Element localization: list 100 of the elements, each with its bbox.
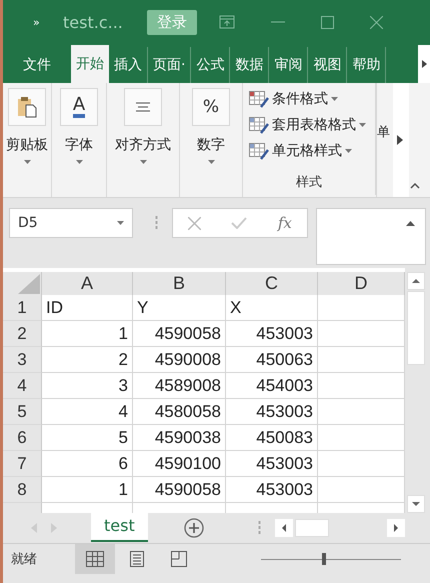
collapse-ribbon-icon[interactable]	[410, 183, 420, 189]
table-style-icon	[249, 142, 269, 160]
page-icon	[130, 551, 144, 567]
percent-icon: %	[202, 97, 220, 117]
scroll-right-icon[interactable]	[386, 519, 405, 537]
close-icon[interactable]	[370, 16, 383, 28]
row-header[interactable]: 4	[3, 373, 42, 399]
normal-view-button[interactable]	[75, 544, 115, 574]
scroll-thumb[interactable]	[407, 291, 425, 365]
table-cell[interactable]	[318, 321, 405, 347]
row-header[interactable]: 1	[3, 295, 42, 321]
table-cell[interactable]: 1	[42, 321, 133, 347]
table-cell[interactable]: 450063	[226, 347, 318, 373]
clipboard-group-button[interactable]: 剪贴板	[6, 88, 48, 164]
ribbon-tab[interactable]: 开始	[71, 45, 109, 83]
row-header[interactable]: 6	[3, 425, 42, 451]
table-cell[interactable]: 2	[42, 347, 133, 373]
table-cell[interactable]	[318, 373, 405, 399]
table-style-icon	[249, 90, 269, 108]
cells-group-button[interactable]: 单	[377, 125, 390, 140]
scroll-right-icon[interactable]	[397, 135, 403, 145]
ribbon-tab[interactable]: 文件	[3, 47, 71, 83]
caret-icon	[345, 149, 352, 153]
scroll-right-icon[interactable]	[418, 45, 430, 83]
quick-access-more[interactable]: »	[33, 16, 63, 28]
check-icon[interactable]	[231, 217, 248, 229]
column-header[interactable]: D	[318, 272, 405, 295]
scroll-down-icon[interactable]	[407, 495, 425, 513]
table-cell[interactable]: 1	[42, 477, 133, 503]
ribbon-tab[interactable]: 插入	[109, 47, 147, 83]
zoom-slider[interactable]	[261, 553, 401, 565]
caret-icon	[208, 160, 214, 164]
table-cell[interactable]: 453003	[226, 477, 318, 503]
status-text: 就绪	[11, 551, 38, 568]
table-cell[interactable]	[318, 477, 405, 503]
table-cell[interactable]: 4	[42, 399, 133, 425]
clipboard-icon	[17, 96, 37, 118]
maximize-icon[interactable]	[321, 16, 334, 28]
table-cell[interactable]: 450083	[226, 425, 318, 451]
scroll-up-icon[interactable]	[407, 272, 425, 290]
grid-icon	[86, 551, 104, 567]
table-cell[interactable]: X	[226, 295, 318, 321]
styles-menu-button[interactable]: 条件格式	[249, 87, 338, 111]
slider-thumb[interactable]	[322, 553, 326, 565]
drag-handle-icon[interactable]	[258, 521, 261, 535]
column-header[interactable]: C	[226, 272, 318, 295]
ribbon-display-icon[interactable]	[219, 15, 235, 29]
cancel-icon[interactable]	[188, 216, 202, 230]
collapse-icon[interactable]	[406, 221, 415, 226]
table-cell[interactable]	[318, 425, 405, 451]
table-cell[interactable]: 453003	[226, 321, 318, 347]
formula-field[interactable]	[316, 208, 426, 265]
row-header[interactable]: 3	[3, 347, 42, 373]
row-header[interactable]: 2	[3, 321, 42, 347]
table-cell[interactable]: 4590038	[133, 425, 226, 451]
row-header[interactable]: 5	[3, 399, 42, 425]
add-sheet-icon[interactable]	[184, 518, 204, 538]
row-header[interactable]	[3, 503, 42, 513]
table-cell[interactable]: Y	[133, 295, 226, 321]
styles-menu-button[interactable]: 套用表格格式	[249, 113, 366, 137]
horizontal-scrollbar[interactable]	[274, 519, 405, 537]
window-title: test.c...	[63, 12, 124, 32]
table-style-icon	[249, 116, 269, 134]
styles-menu-button[interactable]: 单元格样式	[249, 139, 352, 163]
table-cell[interactable]: 454003	[226, 373, 318, 399]
row-header[interactable]: 7	[3, 451, 42, 477]
table-cell[interactable]: 5	[42, 425, 133, 451]
sheet-tab[interactable]: test	[91, 513, 148, 542]
column-header[interactable]: A	[42, 272, 133, 295]
table-cell[interactable]: 4590100	[133, 451, 226, 477]
table-cell[interactable]: 453003	[226, 399, 318, 425]
table-cell[interactable]: 3	[42, 373, 133, 399]
previous-sheet-icon[interactable]	[31, 523, 37, 533]
table-cell[interactable]	[318, 295, 405, 321]
caret-icon	[76, 160, 82, 164]
caret-icon	[331, 97, 338, 101]
table-cell[interactable]: 4590058	[133, 477, 226, 503]
table-cell[interactable]: 4590058	[133, 321, 226, 347]
insert-function-button[interactable]: fx	[278, 214, 292, 232]
table-cell[interactable]: 4580058	[133, 399, 226, 425]
column-header[interactable]: B	[133, 272, 226, 295]
table-cell[interactable]: 4590008	[133, 347, 226, 373]
scroll-thumb[interactable]	[294, 519, 329, 537]
table-cell[interactable]	[318, 399, 405, 425]
table-cell[interactable]: 453003	[226, 451, 318, 477]
align-group-button[interactable]: 对齐方式	[115, 88, 171, 164]
name-box[interactable]: D5	[9, 208, 133, 238]
table-cell[interactable]: 6	[42, 451, 133, 477]
drag-handle-icon[interactable]	[155, 216, 158, 230]
minimize-icon[interactable]	[271, 21, 285, 23]
caret-icon	[117, 221, 124, 225]
scroll-left-icon[interactable]	[274, 519, 293, 537]
row-header[interactable]: 8	[3, 477, 42, 503]
table-cell[interactable]	[318, 451, 405, 477]
table-cell[interactable]	[318, 347, 405, 373]
page-break-icon	[171, 551, 187, 567]
align-center-icon	[135, 102, 151, 112]
next-sheet-icon[interactable]	[51, 523, 57, 533]
table-cell[interactable]: ID	[42, 295, 133, 321]
table-cell[interactable]: 4589008	[133, 373, 226, 399]
